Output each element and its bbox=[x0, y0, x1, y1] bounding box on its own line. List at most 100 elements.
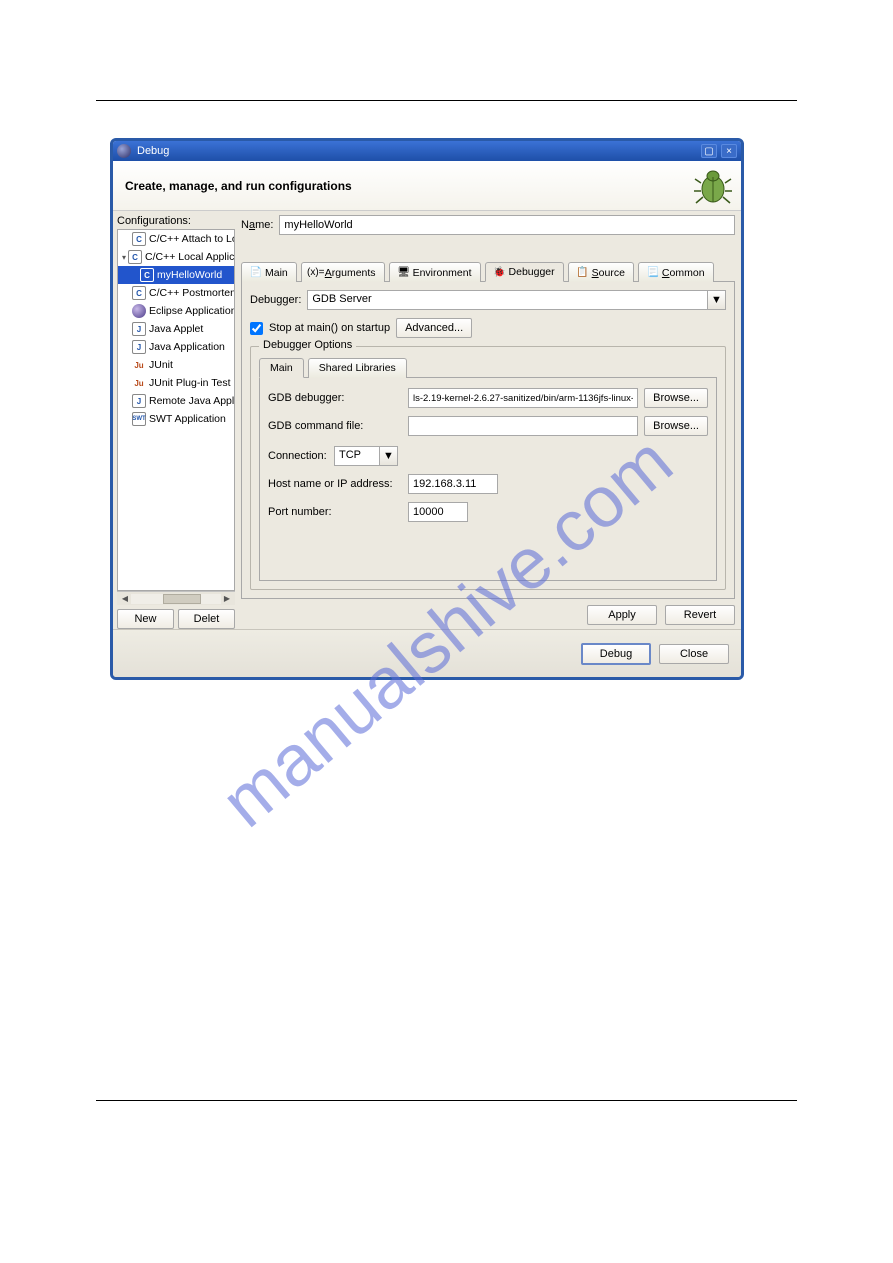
name-label: Name: bbox=[241, 219, 273, 231]
host-input[interactable] bbox=[408, 474, 498, 494]
chevron-down-icon[interactable]: ▼ bbox=[707, 291, 725, 309]
gdb-debugger-input[interactable] bbox=[408, 388, 638, 408]
tree-item-label: Java Applet bbox=[149, 323, 203, 335]
tree-item-eclipse-app[interactable]: Eclipse Application bbox=[118, 302, 234, 320]
tree-item-label: C/C++ Postmortem bbox=[149, 287, 235, 299]
chevron-down-icon[interactable]: ▼ bbox=[379, 447, 397, 465]
environment-tab-icon: 🖥 bbox=[398, 267, 410, 279]
connection-select[interactable]: TCP ▼ bbox=[334, 446, 398, 466]
debugger-options-legend: Debugger Options bbox=[259, 339, 356, 351]
tree-item-c-postmortem[interactable]: C C/C++ Postmortem bbox=[118, 284, 234, 302]
page-bottom-rule bbox=[96, 1100, 797, 1101]
remote-java-icon: J bbox=[132, 394, 146, 408]
header: Create, manage, and run configurations bbox=[113, 161, 741, 211]
arguments-tab-icon: (x)= bbox=[310, 267, 322, 279]
tree-item-java-app[interactable]: J Java Application bbox=[118, 338, 234, 356]
delete-button[interactable]: Delet bbox=[178, 609, 235, 629]
tree-item-remote-java[interactable]: J Remote Java Applic bbox=[118, 392, 234, 410]
tab-environment[interactable]: 🖥 Environment bbox=[389, 262, 481, 282]
advanced-button[interactable]: Advanced... bbox=[396, 318, 472, 338]
name-input[interactable] bbox=[279, 215, 735, 235]
revert-button[interactable]: Revert bbox=[665, 605, 735, 625]
junit-plugin-icon: Ju bbox=[132, 376, 146, 390]
configurations-label: Configurations: bbox=[117, 215, 235, 227]
stop-at-main-checkbox[interactable] bbox=[250, 322, 263, 335]
c-file-icon: C bbox=[132, 232, 146, 246]
close-button[interactable]: Close bbox=[659, 644, 729, 664]
scroll-thumb[interactable] bbox=[163, 594, 201, 604]
tree-item-label: myHelloWorld bbox=[157, 269, 222, 281]
c-file-icon: C bbox=[132, 286, 146, 300]
tab-debugger[interactable]: 🐞 Debugger bbox=[485, 262, 564, 282]
gdb-cmdfile-label: GDB command file: bbox=[268, 420, 402, 432]
scroll-left-icon[interactable]: ◀ bbox=[119, 594, 131, 603]
debugger-tab-icon: 🐞 bbox=[494, 266, 506, 278]
connection-select-value: TCP bbox=[335, 447, 379, 465]
inner-tab-main[interactable]: Main bbox=[259, 358, 304, 378]
debugger-options-group: Debugger Options Main Shared Libraries G… bbox=[250, 346, 726, 590]
eclipse-icon bbox=[132, 304, 146, 318]
scroll-track[interactable] bbox=[131, 594, 221, 604]
debugger-select[interactable]: GDB Server ▼ bbox=[307, 290, 726, 310]
eclipse-icon bbox=[117, 144, 131, 158]
titlebar[interactable]: Debug ▢ × bbox=[113, 141, 741, 161]
left-panel: Configurations: C C/C++ Attach to Lo ▾ C… bbox=[113, 211, 239, 629]
tab-source[interactable]: 📋 Source bbox=[568, 262, 634, 282]
tree-item-c-attach[interactable]: C C/C++ Attach to Lo bbox=[118, 230, 234, 248]
main-tab-icon: 📄 bbox=[250, 267, 262, 279]
dialog-footer: Debug Close bbox=[113, 629, 741, 677]
new-button[interactable]: New bbox=[117, 609, 174, 629]
tab-common[interactable]: 📃 Common bbox=[638, 262, 714, 282]
connection-label: Connection: bbox=[268, 450, 328, 462]
apply-button[interactable]: Apply bbox=[587, 605, 657, 625]
debugger-select-value: GDB Server bbox=[308, 291, 707, 309]
tree-item-label: SWT Application bbox=[149, 413, 226, 425]
port-label: Port number: bbox=[268, 506, 402, 518]
tab-arguments[interactable]: (x)= Arguments bbox=[301, 262, 385, 282]
c-file-icon: C bbox=[128, 250, 142, 264]
tree-horizontal-scrollbar[interactable]: ◀ ▶ bbox=[117, 591, 235, 605]
debug-button[interactable]: Debug bbox=[581, 643, 651, 665]
host-label: Host name or IP address: bbox=[268, 478, 402, 490]
gdb-cmdfile-input[interactable] bbox=[408, 416, 638, 436]
debugger-options-main-content: GDB debugger: Browse... GDB command file… bbox=[259, 378, 717, 581]
tree-item-label: C/C++ Attach to Lo bbox=[149, 233, 235, 245]
debugger-label: Debugger: bbox=[250, 294, 301, 306]
tree-item-label: Eclipse Application bbox=[149, 305, 235, 317]
tree-item-label: Remote Java Applic bbox=[149, 395, 235, 407]
configurations-tree[interactable]: C C/C++ Attach to Lo ▾ C C/C++ Local App… bbox=[117, 229, 235, 591]
bug-icon bbox=[693, 165, 733, 205]
tree-item-label: C/C++ Local Applic bbox=[145, 251, 234, 263]
source-tab-icon: 📋 bbox=[577, 267, 589, 279]
scroll-right-icon[interactable]: ▶ bbox=[221, 594, 233, 603]
gdb-cmdfile-browse-button[interactable]: Browse... bbox=[644, 416, 708, 436]
header-title: Create, manage, and run configurations bbox=[125, 179, 352, 193]
tab-main[interactable]: 📄 Main bbox=[241, 262, 297, 282]
tree-item-java-applet[interactable]: J Java Applet bbox=[118, 320, 234, 338]
tree-item-myhelloworld[interactable]: C myHelloWorld bbox=[118, 266, 234, 284]
close-window-button[interactable]: × bbox=[721, 144, 737, 158]
port-input[interactable] bbox=[408, 502, 468, 522]
right-panel: Name: 📄 Main (x)= Arguments 🖥 Environmen… bbox=[239, 211, 741, 629]
java-applet-icon: J bbox=[132, 322, 146, 336]
c-file-icon: C bbox=[140, 268, 154, 282]
page-top-rule bbox=[96, 100, 797, 101]
expander-icon[interactable]: ▾ bbox=[122, 252, 126, 262]
tree-item-junit[interactable]: Ju JUnit bbox=[118, 356, 234, 374]
inner-tab-shared[interactable]: Shared Libraries bbox=[308, 358, 407, 378]
body: Configurations: C C/C++ Attach to Lo ▾ C… bbox=[113, 211, 741, 629]
tree-item-swt[interactable]: SWT SWT Application bbox=[118, 410, 234, 428]
window-title: Debug bbox=[137, 145, 169, 157]
tree-item-label: JUnit bbox=[149, 359, 173, 371]
gdb-debugger-browse-button[interactable]: Browse... bbox=[644, 388, 708, 408]
tree-item-junit-plugin[interactable]: Ju JUnit Plug-in Test bbox=[118, 374, 234, 392]
stop-at-main-label: Stop at main() on startup bbox=[269, 322, 390, 334]
common-tab-icon: 📃 bbox=[647, 267, 659, 279]
tree-item-label: JUnit Plug-in Test bbox=[149, 377, 231, 389]
tree-item-c-local[interactable]: ▾ C C/C++ Local Applic bbox=[118, 248, 234, 266]
config-tabs: 📄 Main (x)= Arguments 🖥 Environment 🐞 De… bbox=[241, 261, 735, 282]
swt-icon: SWT bbox=[132, 412, 146, 426]
maximize-button[interactable]: ▢ bbox=[701, 144, 717, 158]
debug-dialog: Debug ▢ × Create, manage, and run config… bbox=[110, 138, 744, 680]
gdb-debugger-label: GDB debugger: bbox=[268, 392, 402, 404]
